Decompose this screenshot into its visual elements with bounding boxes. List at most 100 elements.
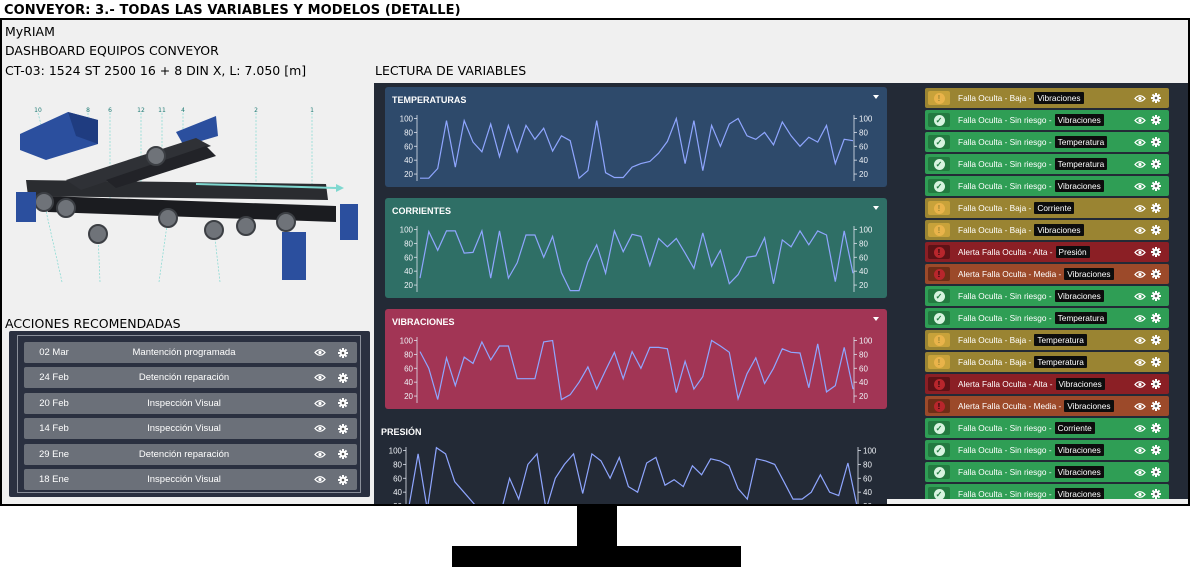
- gear-icon[interactable]: [338, 398, 348, 409]
- y-tick-label: 40: [859, 156, 868, 165]
- action-row[interactable]: 14 Feb Inspección Visual: [24, 418, 357, 440]
- check-icon: ✓: [928, 443, 950, 457]
- eye-icon[interactable]: [1134, 314, 1146, 323]
- y-tick-label: 40: [404, 378, 413, 387]
- eye-icon[interactable]: [1134, 336, 1146, 345]
- alert-row[interactable]: ✓ Falla Oculta - Sin riesgo - Temperatura: [925, 154, 1169, 174]
- gear-icon[interactable]: [1151, 423, 1161, 433]
- conveyor-label: 11: [158, 107, 166, 114]
- gear-icon[interactable]: [1151, 203, 1161, 213]
- conveyor-label: 2: [254, 107, 258, 114]
- eye-icon[interactable]: [1134, 270, 1146, 279]
- gear-icon[interactable]: [1151, 335, 1161, 345]
- action-label: Detención reparación: [138, 448, 230, 460]
- y-tick-label: 60: [404, 253, 413, 262]
- eye-icon[interactable]: [1134, 358, 1146, 367]
- alert-row[interactable]: ✓ Falla Oculta - Sin riesgo - Vibraciones: [925, 484, 1169, 499]
- gear-icon[interactable]: [1151, 467, 1161, 477]
- alert-row[interactable]: ! Falla Oculta - Baja - Temperatura: [925, 352, 1169, 372]
- gear-icon[interactable]: [338, 474, 348, 485]
- action-row[interactable]: 20 Feb Inspección Visual: [24, 392, 357, 414]
- alert-row[interactable]: ! Falla Oculta - Baja - Vibraciones: [925, 220, 1169, 240]
- alert-row[interactable]: ! Alerta Falla Oculta - Alta - Presión: [925, 242, 1169, 262]
- alert-variable-tag: Vibraciones: [1064, 400, 1114, 412]
- eye-icon[interactable]: [1134, 402, 1146, 411]
- alert-row[interactable]: ✓ Falla Oculta - Sin riesgo - Vibraciones: [925, 462, 1169, 482]
- alert-row[interactable]: ✓ Falla Oculta - Sin riesgo - Vibraciones: [925, 286, 1169, 306]
- eye-icon[interactable]: [1134, 380, 1146, 389]
- alert-row[interactable]: ! Alerta Falla Oculta - Media - Vibracione…: [925, 396, 1169, 416]
- alert-icon: !: [928, 267, 950, 281]
- eye-icon[interactable]: [1134, 248, 1146, 257]
- alert-variable-tag: Vibraciones: [1054, 488, 1104, 499]
- gear-icon[interactable]: [1151, 379, 1161, 389]
- gear-icon[interactable]: [1151, 291, 1161, 301]
- eye-icon[interactable]: [1134, 490, 1146, 499]
- y-tick-label: 100: [400, 114, 414, 123]
- eye-icon[interactable]: [314, 450, 326, 459]
- action-row[interactable]: 24 Feb Detención reparación: [24, 367, 357, 389]
- check-icon: ✓: [928, 465, 950, 479]
- eye-icon[interactable]: [314, 424, 326, 433]
- gear-icon[interactable]: [338, 423, 348, 434]
- gear-icon[interactable]: [338, 347, 348, 358]
- gear-icon[interactable]: [1151, 357, 1161, 367]
- eye-icon[interactable]: [1134, 138, 1146, 147]
- alert-text: Alerta Falla Oculta - Alta -: [958, 247, 1053, 257]
- gear-icon[interactable]: [1151, 115, 1161, 125]
- eye-icon[interactable]: [1134, 468, 1146, 477]
- alert-variable-tag: Vibraciones: [1064, 268, 1114, 280]
- monitor-stand-neck: [577, 506, 617, 546]
- gear-icon[interactable]: [1151, 445, 1161, 455]
- app-name: MyRIAM: [5, 24, 55, 39]
- alert-row[interactable]: ✓ Falla Oculta - Sin riesgo - Temperatura: [925, 132, 1169, 152]
- gear-icon[interactable]: [1151, 225, 1161, 235]
- action-row[interactable]: 18 Ene Inspección Visual: [24, 469, 357, 490]
- gear-icon[interactable]: [1151, 247, 1161, 257]
- alert-row[interactable]: ! Alerta Falla Oculta - Alta - Vibraciones: [925, 374, 1169, 394]
- eye-icon[interactable]: [314, 399, 326, 408]
- gear-icon[interactable]: [1151, 401, 1161, 411]
- alert-row[interactable]: ✓ Falla Oculta - Sin riesgo - Vibraciones: [925, 440, 1169, 460]
- alert-text: Falla Oculta - Baja -: [958, 335, 1032, 345]
- alert-row[interactable]: ! Alerta Falla Oculta - Media - Vibracione…: [925, 264, 1169, 284]
- gear-icon[interactable]: [338, 372, 348, 383]
- y-tick-label: 60: [404, 364, 413, 373]
- alert-row[interactable]: ✓ Falla Oculta - Sin riesgo - Vibraciones: [925, 110, 1169, 130]
- gear-icon[interactable]: [1151, 181, 1161, 191]
- actions-title: ACCIONES RECOMENDADAS: [5, 316, 181, 331]
- gear-icon[interactable]: [338, 449, 348, 460]
- y-tick-label: 40: [393, 488, 402, 497]
- gear-icon[interactable]: [1151, 159, 1161, 169]
- alert-row[interactable]: ! Falla Oculta - Baja - Temperatura: [925, 330, 1169, 350]
- gear-icon[interactable]: [1151, 137, 1161, 147]
- y-tick-label: 20: [859, 392, 868, 401]
- alert-row[interactable]: ✓ Falla Oculta - Sin riesgo - Corriente: [925, 418, 1169, 438]
- eye-icon[interactable]: [1134, 226, 1146, 235]
- eye-icon[interactable]: [1134, 446, 1146, 455]
- eye-icon[interactable]: [1134, 116, 1146, 125]
- alert-row[interactable]: ! Falla Oculta - Baja - Vibraciones: [925, 88, 1169, 108]
- eye-icon[interactable]: [1134, 204, 1146, 213]
- series-line: [420, 116, 854, 180]
- alert-icon: !: [928, 245, 950, 259]
- eye-icon[interactable]: [1134, 94, 1146, 103]
- eye-icon[interactable]: [314, 475, 326, 484]
- eye-icon[interactable]: [314, 348, 326, 357]
- gear-icon[interactable]: [1151, 93, 1161, 103]
- eye-icon[interactable]: [1134, 182, 1146, 191]
- alert-row[interactable]: ✓ Falla Oculta - Sin riesgo - Vibraciones: [925, 176, 1169, 196]
- eye-icon[interactable]: [1134, 424, 1146, 433]
- eye-icon[interactable]: [314, 373, 326, 382]
- action-row[interactable]: 29 Ene Detención reparación: [24, 443, 357, 465]
- check-icon: ✓: [928, 135, 950, 149]
- gear-icon[interactable]: [1151, 489, 1161, 499]
- alert-row[interactable]: ✓ Falla Oculta - Sin riesgo - Temperatura: [925, 308, 1169, 328]
- gear-icon[interactable]: [1151, 269, 1161, 279]
- action-row[interactable]: 02 Mar Mantención programada: [24, 342, 357, 363]
- eye-icon[interactable]: [1134, 160, 1146, 169]
- alert-row[interactable]: ! Falla Oculta - Baja - Corriente: [925, 198, 1169, 218]
- series-line: [419, 228, 854, 292]
- eye-icon[interactable]: [1134, 292, 1146, 301]
- gear-icon[interactable]: [1151, 313, 1161, 323]
